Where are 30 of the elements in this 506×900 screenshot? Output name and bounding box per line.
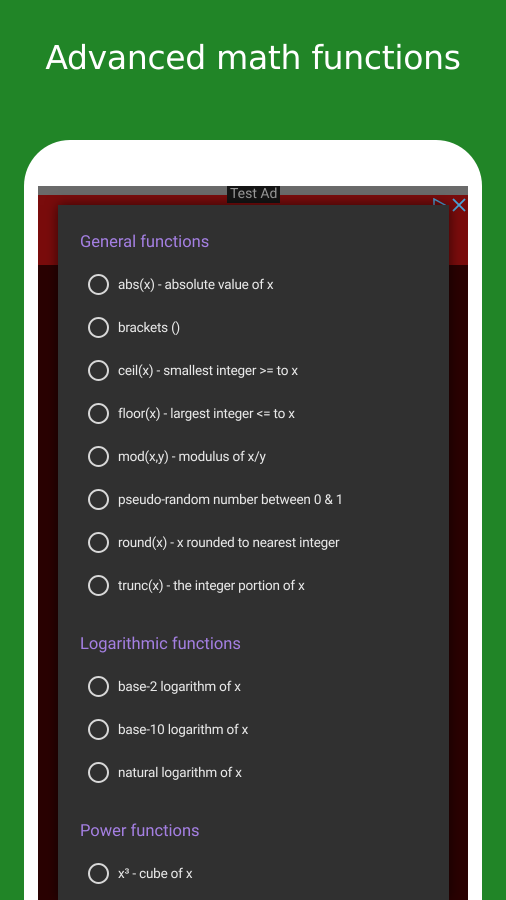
radio-option[interactable]: trunc(x) - the integer portion of x: [88, 564, 449, 607]
radio-icon[interactable]: [88, 403, 109, 424]
radio-icon[interactable]: [88, 317, 109, 338]
radio-option[interactable]: round(x) - x rounded to nearest integer: [88, 521, 449, 564]
section-title: General functions: [80, 233, 210, 253]
radio-option[interactable]: base-2 logarithm of x: [88, 665, 449, 708]
radio-option[interactable]: mod(x,y) - modulus of x/y: [88, 435, 449, 478]
radio-icon[interactable]: [88, 676, 109, 697]
radio-option[interactable]: x³ - cube of x: [88, 852, 449, 895]
radio-option[interactable]: ceil(x) - smallest integer >= to x: [88, 349, 449, 392]
radio-option[interactable]: abs(x) - absolute value of x: [88, 263, 449, 306]
radio-icon[interactable]: [88, 719, 109, 740]
radio-icon[interactable]: [88, 863, 109, 884]
radio-icon[interactable]: [88, 489, 109, 510]
radio-option[interactable]: natural logarithm of x: [88, 751, 449, 794]
radio-icon[interactable]: [88, 274, 109, 295]
section-title: Logarithmic functions: [80, 635, 242, 655]
radio-option[interactable]: brackets (): [88, 306, 449, 349]
headline: Advanced math functions: [45, 38, 461, 79]
radio-icon[interactable]: [88, 446, 109, 467]
ad-label: Test Ad: [227, 186, 280, 203]
radio-icon[interactable]: [88, 575, 109, 596]
radio-icon[interactable]: [88, 532, 109, 553]
section-title: Power functions: [80, 822, 201, 842]
close-icon[interactable]: [452, 198, 466, 212]
radio-icon[interactable]: [88, 762, 109, 783]
radio-icon[interactable]: [88, 360, 109, 381]
radio-option[interactable]: pseudo-random number between 0 & 1: [88, 478, 449, 521]
radio-option[interactable]: base-10 logarithm of x: [88, 708, 449, 751]
radio-option[interactable]: floor(x) - largest integer <= to x: [88, 392, 449, 435]
